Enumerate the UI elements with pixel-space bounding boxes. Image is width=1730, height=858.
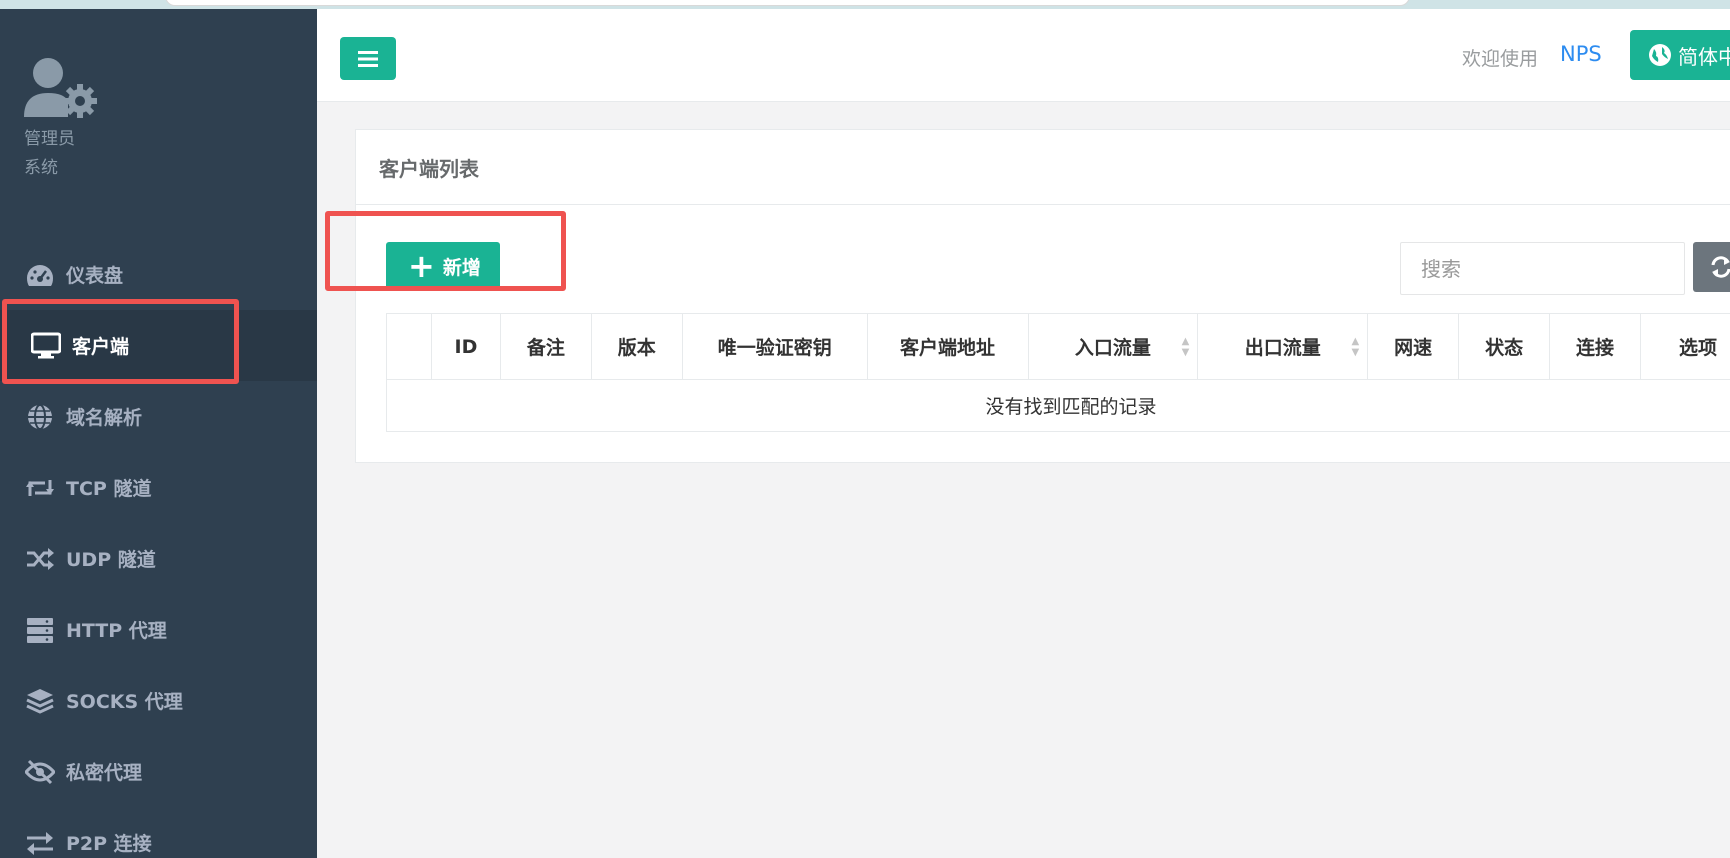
clients-table: ID 备注 版本 唯一验证密钥 客户端地址 入口流量 ▲ ▼ 出口流量 ▲ ▼ 网速… <box>386 313 1730 432</box>
sidebar-nav: 仪表盘 客户端 域名解析 TCP 隧道 UDP 隧道 HTTP 代理 SOCKS… <box>0 239 317 858</box>
plus-icon: + <box>408 247 435 285</box>
server-icon <box>24 616 56 644</box>
sidebar-item-clients[interactable]: 客户端 <box>0 310 317 381</box>
profile: 管理员 系统 <box>24 57 100 183</box>
dashboard-icon <box>24 261 56 289</box>
eye-slash-icon <box>24 758 56 786</box>
column-header-select <box>386 313 432 380</box>
sidebar-item-dashboard[interactable]: 仪表盘 <box>0 239 317 310</box>
monitor-icon <box>30 332 62 360</box>
sidebar-item-socks[interactable]: SOCKS 代理 <box>0 665 317 736</box>
browser-strip <box>0 0 1730 9</box>
column-header-vkey[interactable]: 唯一验证密钥 <box>681 313 868 380</box>
sidebar-item-label: TCP 隧道 <box>66 478 152 500</box>
sort-icon[interactable]: ▲ ▼ <box>1182 336 1190 358</box>
column-header-connect[interactable]: 连接 <box>1549 313 1642 380</box>
sidebar-item-http[interactable]: HTTP 代理 <box>0 594 317 665</box>
sidebar-item-label: 客户端 <box>72 336 130 358</box>
column-header-id[interactable]: ID <box>430 313 501 380</box>
column-header-label: 入口流量 <box>1074 337 1151 359</box>
column-header-version[interactable]: 版本 <box>590 313 683 380</box>
column-header-export-flow[interactable]: 出口流量 ▲ ▼ <box>1197 313 1369 380</box>
shuffle-icon <box>24 545 56 573</box>
sidebar: 管理员 系统 仪表盘 客户端 域名解析 TCP 隧道 UDP 隧道 HTTP 代… <box>0 9 317 858</box>
browser-address-bar[interactable] <box>165 0 1410 6</box>
sidebar-item-tcp[interactable]: TCP 隧道 <box>0 452 317 523</box>
profile-subrole: 系统 <box>24 158 58 178</box>
sort-icon[interactable]: ▲ ▼ <box>1352 336 1360 358</box>
column-header-inlet-flow[interactable]: 入口流量 ▲ ▼ <box>1027 313 1199 380</box>
column-header-status[interactable]: 状态 <box>1458 313 1551 380</box>
column-header-address[interactable]: 客户端地址 <box>866 313 1029 380</box>
retweet-icon <box>24 474 56 502</box>
column-header-options[interactable]: 选项 <box>1640 313 1730 380</box>
welcome-text: 欢迎使用 <box>1462 48 1539 70</box>
add-button-label: 新增 <box>442 256 481 279</box>
table-row: 没有找到匹配的记录 <box>386 379 1730 432</box>
layers-icon <box>24 687 56 715</box>
add-client-button[interactable]: + 新增 <box>386 242 500 290</box>
refresh-icon <box>1711 256 1730 278</box>
sidebar-item-label: 域名解析 <box>66 407 143 429</box>
sidebar-item-label: SOCKS 代理 <box>66 691 183 713</box>
language-button[interactable]: 简体中 <box>1630 30 1730 80</box>
sidebar-item-udp[interactable]: UDP 隧道 <box>0 523 317 594</box>
sidebar-item-p2p[interactable]: P2P 连接 <box>0 807 317 858</box>
column-header-speed[interactable]: 网速 <box>1367 313 1460 380</box>
brand-link[interactable]: NPS <box>1560 42 1602 66</box>
search-input[interactable] <box>1400 242 1685 295</box>
globe-icon <box>1649 44 1671 66</box>
globe-icon <box>24 403 56 431</box>
sidebar-item-label: HTTP 代理 <box>66 620 167 642</box>
client-list-panel: 客户端列表 + 新增 ID 备注 版本 唯一验证密钥 客户端地址 入口流量 ▲▼… <box>355 129 1730 463</box>
sidebar-item-label: 仪表盘 <box>66 265 124 287</box>
empty-message: 没有找到匹配的记录 <box>386 379 1730 432</box>
top-header: 欢迎使用 NPS 简体中 <box>317 9 1730 102</box>
column-header-remark[interactable]: 备注 <box>499 313 592 380</box>
table-header-row: ID 备注 版本 唯一验证密钥 客户端地址 入口流量 ▲ ▼ 出口流量 ▲ ▼ 网速… <box>386 313 1730 380</box>
refresh-button[interactable] <box>1693 242 1730 292</box>
language-label: 简体中 <box>1678 44 1730 69</box>
profile-role: 管理员 <box>24 129 75 149</box>
sidebar-item-label: UDP 隧道 <box>66 549 156 571</box>
sidebar-item-secret[interactable]: 私密代理 <box>0 736 317 807</box>
sidebar-item-label: P2P 连接 <box>66 833 152 855</box>
exchange-icon <box>24 829 56 857</box>
menu-toggle-button[interactable] <box>340 37 396 80</box>
panel-title: 客户端列表 <box>356 130 1730 205</box>
user-cog-icon <box>24 57 100 121</box>
sidebar-item-label: 私密代理 <box>66 762 143 784</box>
sidebar-item-domain[interactable]: 域名解析 <box>0 381 317 452</box>
hamburger-icon <box>358 50 378 67</box>
column-header-label: 出口流量 <box>1244 337 1321 359</box>
